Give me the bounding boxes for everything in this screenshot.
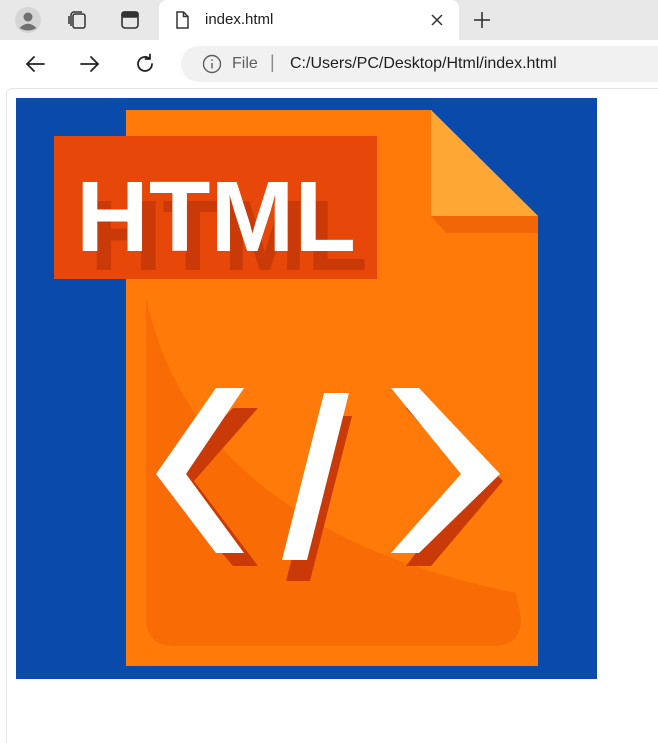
close-icon <box>431 14 443 26</box>
profile-button[interactable] <box>12 4 44 36</box>
site-scheme-label: File <box>232 55 258 72</box>
url-text[interactable]: C:/Users/PC/Desktop/Html/index.html <box>290 55 557 73</box>
tab-close-button[interactable] <box>427 10 447 30</box>
collections-button[interactable] <box>61 4 93 36</box>
profile-icon <box>15 7 41 33</box>
collections-icon <box>68 11 86 29</box>
info-icon[interactable] <box>202 54 222 74</box>
back-arrow-icon <box>26 56 45 72</box>
browser-window: index.html File | C:/Users/PC/Desktop/Ht… <box>0 0 658 743</box>
navigation-toolbar: File | C:/Users/PC/Desktop/Html/index.ht… <box>0 40 658 88</box>
plus-icon <box>474 12 490 28</box>
address-bar[interactable]: File | C:/Users/PC/Desktop/Html/index.ht… <box>181 46 658 82</box>
address-separator: | <box>270 52 275 72</box>
tab-index-html[interactable]: index.html <box>159 0 459 40</box>
html-logo-image: HTML HTML <box>16 98 597 679</box>
tab-strip: index.html <box>0 0 658 40</box>
forward-button[interactable] <box>74 48 106 80</box>
reload-button[interactable] <box>129 48 161 80</box>
tab-actions-button[interactable] <box>114 4 146 36</box>
logo-text: HTML <box>76 161 356 273</box>
tab-actions-icon <box>121 11 139 29</box>
page-content: HTML HTML <box>6 88 658 743</box>
back-button[interactable] <box>19 48 51 80</box>
forward-arrow-icon <box>80 56 99 72</box>
file-icon <box>176 11 189 29</box>
new-tab-button[interactable] <box>468 6 496 34</box>
reload-icon <box>137 53 153 72</box>
tab-title: index.html <box>205 11 274 28</box>
